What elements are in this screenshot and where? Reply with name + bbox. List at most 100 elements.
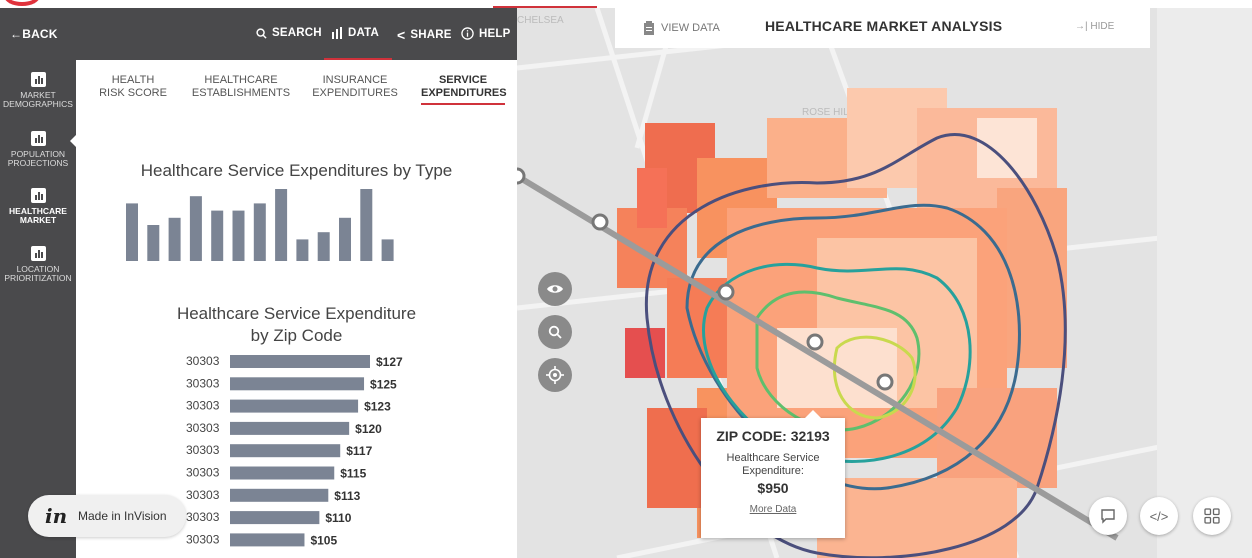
code-button[interactable]: </>	[1140, 497, 1178, 535]
bar-chart-icon	[30, 188, 46, 203]
chart-bar	[317, 232, 330, 261]
eye-icon	[547, 285, 563, 293]
chart-title: Healthcare Service Expenditures by Type	[140, 161, 453, 180]
invision-logo: in	[45, 504, 68, 528]
chart-bar	[230, 399, 359, 413]
arrow-left-icon: ←	[10, 27, 23, 41]
value-label: $105	[310, 533, 337, 547]
expenditure-by-zip-chart: 30303 $127 30303 $125 30303 $123 30303 $120 3030…	[186, 354, 403, 547]
value-label: $123	[364, 400, 391, 414]
code-icon: </>	[1149, 508, 1169, 524]
info-icon	[461, 27, 474, 40]
value-label: $120	[355, 422, 382, 436]
expenditures-by-type-chart	[126, 189, 394, 261]
chart-bar	[230, 444, 341, 458]
chart-bar	[230, 421, 350, 435]
nav-healthcare-market[interactable]: HEALTHCARE MARKET	[0, 188, 76, 225]
nav-location-prioritization[interactable]: LOCATION PRIORITIZATION	[0, 246, 76, 283]
street-label: CHELSEA	[517, 15, 564, 26]
bar-chart-icon	[30, 72, 46, 87]
target-icon	[546, 366, 564, 384]
nav-population-projections[interactable]: POPULATION PROJECTIONS	[0, 131, 76, 168]
chart-bar	[230, 511, 320, 525]
view-data-button[interactable]: VIEW DATA	[643, 21, 720, 35]
active-tab-underline	[421, 103, 505, 105]
map-title: HEALTHCARE MARKET ANALYSIS	[765, 18, 1003, 34]
tooltip-label: Healthcare Service Expenditure:	[726, 452, 820, 477]
data-panel: HEALTH RISK SCORE HEALTHCARE ESTABLISHMENT…	[76, 60, 517, 558]
chart-bar	[230, 355, 370, 368]
brand-logo[interactable]	[4, 0, 40, 6]
chart-bar	[296, 239, 309, 261]
tab-service-expenditures[interactable]: SERVICE EXPENDITURES	[421, 74, 507, 100]
chart-bar	[126, 203, 138, 261]
bar-chart-icon	[332, 27, 342, 39]
river	[1157, 8, 1252, 558]
tab-insurance-expenditures[interactable]: INSURANCE EXPENDITURES	[310, 74, 400, 100]
hide-button[interactable]: →| HIDE	[1075, 21, 1114, 32]
tooltip-value: $950	[757, 480, 789, 496]
zip-label: 30303	[186, 466, 220, 480]
tooltip-title: ZIP CODE: 32193	[716, 428, 830, 444]
value-label: $115	[340, 467, 366, 481]
zip-label: 30303	[186, 421, 220, 435]
tab-healthcare-establishments[interactable]: HEALTHCARE ESTABLISHMENTS	[188, 74, 294, 100]
zip-label: 30303	[186, 399, 220, 413]
chart-bar	[147, 225, 160, 261]
map[interactable]: ROSE HILL CHELSEA	[517, 8, 1252, 558]
zip-tooltip: ZIP CODE: 32193 Healthcare Service Expen…	[701, 410, 845, 538]
data-button[interactable]: DATA	[331, 27, 379, 39]
clipboard-icon	[644, 21, 654, 35]
map-search-button[interactable]	[538, 315, 572, 349]
chart-bar	[232, 210, 245, 261]
zip-label: 30303	[186, 354, 220, 368]
chart-bar	[275, 189, 288, 261]
chart-title: Healthcare Service Expenditure by Zip Co…	[176, 304, 417, 345]
visibility-button[interactable]	[538, 272, 572, 306]
invision-badge[interactable]: in Made in InVision	[28, 495, 186, 537]
map-canvas: ROSE HILL CHELSEA	[517, 8, 1252, 558]
vertical-nav: MARKET DEMOGRAPHICS POPULATION PROJECTIO…	[0, 60, 76, 558]
share-icon: <	[397, 27, 406, 43]
grid-icon	[1204, 508, 1220, 524]
street-label: ROSE HILL	[802, 107, 855, 118]
grid-button[interactable]	[1193, 497, 1231, 535]
chart-bar	[230, 488, 329, 502]
chart-bar	[230, 377, 365, 391]
chart-bar	[381, 239, 394, 261]
share-button[interactable]: < SHARE	[397, 27, 452, 43]
zip-label: 30303	[186, 532, 220, 546]
comment-button[interactable]	[1089, 497, 1127, 535]
chart-bar	[189, 196, 202, 261]
bar-chart-icon	[30, 246, 46, 261]
data-panel-toolbar: ←BACK SEARCH DATA < SHARE HELP	[0, 8, 517, 60]
locate-button[interactable]	[538, 358, 572, 392]
chart-bar	[360, 189, 373, 261]
zip-label: 30303	[186, 376, 220, 390]
chart-bar	[211, 210, 224, 261]
value-label: $125	[370, 377, 397, 391]
value-label: $127	[376, 355, 403, 369]
map-header: VIEW DATA HEALTHCARE MARKET ANALYSIS →| …	[615, 8, 1150, 48]
help-button[interactable]: HELP	[461, 27, 510, 40]
top-bar	[0, 0, 1252, 8]
collapse-icon: →|	[1075, 21, 1088, 32]
value-label: $110	[325, 511, 351, 525]
search-icon	[256, 27, 267, 39]
chart-bar	[230, 533, 305, 547]
nav-market-demographics[interactable]: MARKET DEMOGRAPHICS	[0, 72, 76, 109]
chart-bar	[230, 466, 335, 480]
comment-icon	[1101, 509, 1115, 524]
invision-text: Made in InVision	[78, 509, 167, 523]
value-label: $113	[334, 489, 360, 503]
search-icon	[548, 325, 562, 339]
bar-chart-icon	[30, 131, 46, 146]
zip-label: 30303	[186, 488, 220, 502]
search-button[interactable]: SEARCH	[256, 27, 322, 39]
tab-health-risk-score[interactable]: HEALTH RISK SCORE	[98, 74, 168, 100]
value-label: $117	[346, 444, 372, 458]
back-button[interactable]: ←BACK	[10, 27, 58, 41]
chart-bar	[168, 217, 181, 261]
zip-label: 30303	[186, 443, 220, 457]
more-data-link[interactable]: More Data	[701, 504, 845, 515]
